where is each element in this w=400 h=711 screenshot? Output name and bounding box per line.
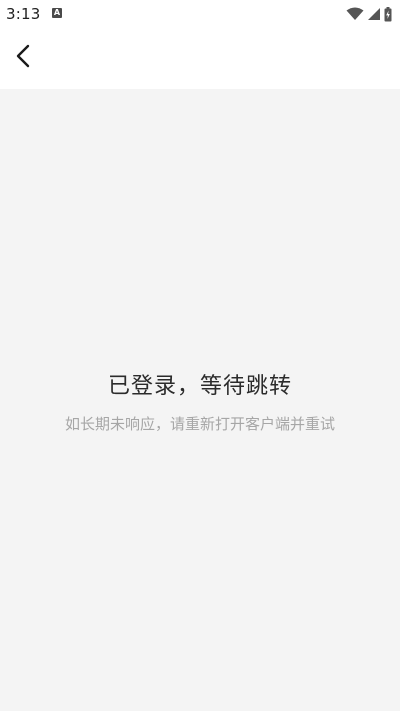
battery-charging-icon (384, 6, 392, 22)
retry-hint: 如长期未响应，请重新打开客户端并重试 (64, 415, 335, 433)
signal-icon (367, 7, 381, 21)
back-button[interactable] (6, 40, 42, 76)
status-icons (346, 5, 392, 23)
status-time: 3:13 (6, 5, 41, 23)
wifi-icon (346, 7, 364, 21)
chevron-left-icon (14, 44, 34, 72)
content-area: 已登录，等待跳转 如长期未响应，请重新打开客户端并重试 (0, 89, 400, 711)
notification-icon: A (52, 8, 62, 18)
app-bar (0, 28, 400, 89)
status-bar: 3:13 A (0, 0, 400, 28)
status-title: 已登录，等待跳转 (107, 374, 292, 399)
